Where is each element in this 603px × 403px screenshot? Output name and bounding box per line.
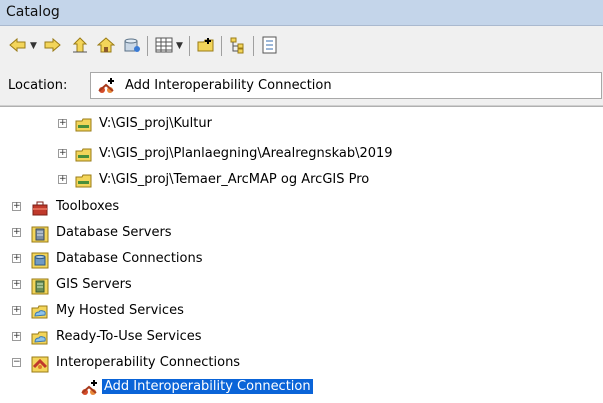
tree-item-label: Database Servers [56,225,172,240]
tree-item-label: V:\GIS_proj\Kultur [99,116,212,131]
location-bar: Location: Add Interoperability Connectio… [0,66,603,106]
expand-toggle[interactable]: + [12,254,21,263]
folder-connection-icon [75,172,93,190]
back-dropdown-arrow[interactable]: ▼ [30,41,37,51]
views-button[interactable] [154,35,174,55]
toolbox-icon [31,199,49,217]
tree-item-label: Ready-To-Use Services [56,329,202,344]
window-title: Catalog [6,4,60,20]
tree-item-label: GIS Servers [56,277,132,292]
tree-item-ready-to-use-services[interactable]: + Ready-To-Use Services [0,327,600,349]
tree-toggle-icon [230,37,244,54]
arrow-right-icon [44,37,61,53]
views-dropdown-arrow[interactable]: ▼ [176,41,183,51]
connect-to-folder-button[interactable] [196,35,216,55]
expand-toggle[interactable]: + [58,149,67,158]
tree-item-database-servers[interactable]: + Database Servers [0,223,600,245]
tree-item-toolboxes[interactable]: + Toolboxes [0,197,600,219]
expand-toggle[interactable]: + [58,119,67,128]
collapse-toggle[interactable]: − [12,358,21,367]
tree-item-label: Interoperability Connections [56,355,241,370]
tree-item-label: Toolboxes [56,199,120,214]
forward-button[interactable] [42,35,62,55]
expand-toggle[interactable]: + [58,175,67,184]
home-folder-icon [97,37,115,53]
tree-item-interoperability-connections[interactable]: − Interoperability Connections [0,353,600,375]
options-button[interactable] [260,35,280,55]
catalog-tree[interactable]: + V:\GIS_proj\Kultur + V:\GIS_proj\Planl… [0,106,603,403]
location-label: Location: [8,78,68,93]
tree-item-kultur-folder[interactable]: + V:\GIS_proj\Kultur [0,114,600,136]
interoperability-connections-icon [31,355,49,373]
default-gdb-button[interactable] [122,35,142,55]
views-grid-icon [155,37,173,53]
add-interop-connection-icon [80,379,98,397]
expand-toggle[interactable]: + [12,306,21,315]
tree-item-my-hosted-services[interactable]: + My Hosted Services [0,301,600,323]
expand-toggle[interactable]: + [12,332,21,341]
tree-item-label: My Hosted Services [56,303,184,318]
arrow-left-icon [9,37,26,53]
tree-item-label: Database Connections [56,251,203,266]
home-button[interactable] [96,35,116,55]
expand-toggle[interactable]: + [12,202,21,211]
next-item-partial [78,399,98,403]
back-button[interactable] [8,35,28,55]
tree-item-add-interoperability-connection[interactable]: Add Interoperability Connection [0,377,600,399]
add-interop-connection-icon [97,77,117,99]
database-server-icon [31,225,49,243]
tree-item-label: V:\GIS_proj\Temaer_ArcMAP og ArcGIS Pro [99,172,370,187]
tree-item-label: V:\GIS_proj\Planlaegning\Arealregnskab\2… [99,146,393,161]
database-icon [124,38,140,52]
expand-toggle[interactable]: + [12,280,21,289]
options-list-icon [262,36,277,54]
folder-connection-icon [75,116,93,134]
catalog-toolbar: ▼ ▼ [0,26,603,66]
gis-server-icon [31,277,49,295]
up-level-icon [72,37,88,53]
folder-connection-icon [75,146,93,164]
ready-to-use-services-icon [31,329,49,347]
tree-item-arealregnskab-folder[interactable]: + V:\GIS_proj\Planlaegning\Arealregnskab… [0,144,600,166]
toggle-contents-panel-button[interactable] [228,35,248,55]
location-field[interactable]: Add Interoperability Connection [90,72,602,99]
tree-item-label-selected: Add Interoperability Connection [102,379,313,394]
location-value: Add Interoperability Connection [125,78,332,93]
tree-item-temaer-folder[interactable]: + V:\GIS_proj\Temaer_ArcMAP og ArcGIS Pr… [0,170,600,192]
tree-item-database-connections[interactable]: + Database Connections [0,249,600,271]
connect-folder-icon [197,38,214,52]
hosted-services-icon [31,303,49,321]
database-connection-icon [31,251,49,269]
tree-item-gis-servers[interactable]: + GIS Servers [0,275,600,297]
up-one-level-button[interactable] [70,35,90,55]
expand-toggle[interactable]: + [12,228,21,237]
catalog-title-bar: Catalog [0,0,603,26]
